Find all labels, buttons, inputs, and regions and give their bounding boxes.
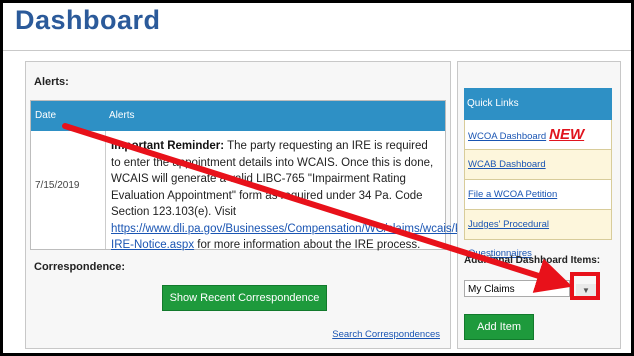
annotation-arrow [62,123,573,293]
dashboard-window: Dashboard Alerts: Date Alerts 7/15/2019 … [0,0,634,356]
